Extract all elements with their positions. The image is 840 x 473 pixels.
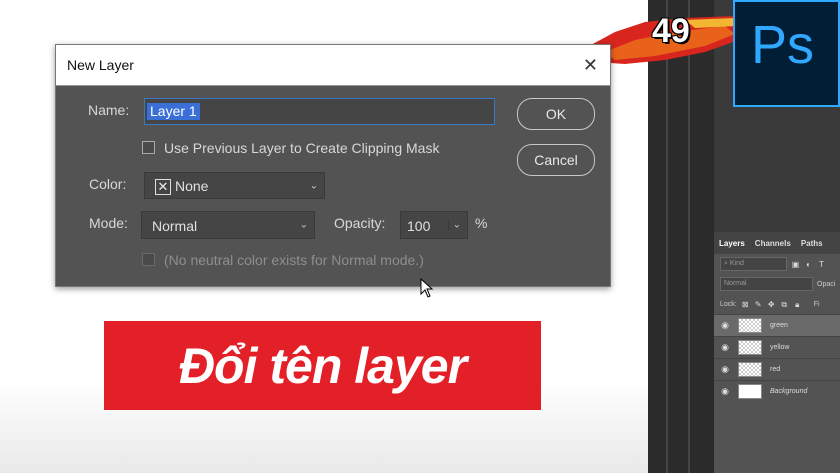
color-label: Color: (89, 176, 127, 192)
type-filter-icon[interactable]: T (817, 260, 826, 269)
eye-icon[interactable]: ◉ (718, 364, 732, 375)
kind-filter-select[interactable]: ⌕ Kind (720, 257, 787, 271)
kind-filter-label: Kind (729, 260, 744, 267)
color-select[interactable]: ✕ None ⌄ (144, 172, 325, 199)
clipping-mask-label: Use Previous Layer to Create Clipping Ma… (164, 140, 440, 156)
layer-thumbnail (738, 340, 762, 355)
tab-paths[interactable]: Paths (796, 239, 828, 248)
mode-select[interactable]: Normal ⌄ (141, 211, 315, 239)
tab-channels[interactable]: Channels (750, 239, 796, 248)
eye-icon[interactable]: ◉ (718, 386, 732, 397)
opacity-label: Opacity: (334, 215, 386, 231)
ok-button[interactable]: OK (517, 98, 595, 130)
layer-name: green (770, 322, 788, 329)
neutral-color-checkbox[interactable] (142, 253, 155, 266)
close-icon[interactable]: ✕ (583, 55, 598, 76)
eye-icon[interactable]: ◉ (718, 320, 732, 331)
mode-label: Mode: (89, 215, 128, 231)
mode-value: Normal (152, 218, 198, 234)
blend-mode-select[interactable]: Normal (720, 277, 813, 291)
dialog-title-bar: New Layer ✕ (56, 45, 610, 86)
dock-divider (688, 0, 690, 473)
dock-divider (666, 0, 668, 473)
chevron-down-icon[interactable]: ⌄ (447, 219, 461, 231)
tab-layers[interactable]: Layers (714, 239, 750, 248)
lock-label: Lock: (720, 300, 737, 308)
opacity-label: Opaci (817, 280, 836, 288)
mouse-cursor-icon (420, 278, 434, 298)
layer-name-value: Layer 1 (147, 103, 200, 120)
chevron-down-icon: ⌄ (309, 180, 318, 191)
lock-transparent-icon[interactable]: ⊠ (741, 300, 750, 309)
blend-mode-row: Normal Opaci (714, 274, 840, 294)
layer-name: yellow (770, 344, 790, 351)
layer-row[interactable]: ◉ Background (714, 380, 840, 402)
layers-panel-tabs: Layers Channels Paths (714, 232, 840, 254)
photoshop-logo-text: Ps (751, 15, 815, 75)
layer-name: red (770, 366, 781, 373)
neutral-color-label: (No neutral color exists for Normal mode… (164, 252, 424, 268)
artboard-lock-icon[interactable]: ⧉ (780, 300, 789, 309)
dialog-title: New Layer (67, 57, 134, 73)
episode-number: 49 (652, 12, 690, 50)
layer-filter-row: ⌕ Kind ▣ ◐ T (714, 254, 840, 274)
lock-position-icon[interactable]: ✥ (767, 300, 776, 309)
new-layer-dialog: New Layer ✕ Name: Layer 1 Use Previous L… (55, 44, 611, 287)
adjustment-filter-icon[interactable]: ◐ (804, 260, 813, 269)
layer-name: Background (770, 388, 808, 395)
no-color-icon: ✕ (155, 179, 171, 195)
banner-text: Đổi tên layer (178, 337, 467, 394)
layer-thumbnail (738, 362, 762, 377)
color-value: None (175, 178, 209, 194)
clipping-mask-checkbox[interactable] (142, 141, 155, 154)
cancel-button[interactable]: Cancel (517, 144, 595, 176)
opacity-unit: % (475, 215, 488, 231)
eye-icon[interactable]: ◉ (718, 342, 732, 353)
lock-image-icon[interactable]: ✎ (754, 300, 763, 309)
layers-panel: Layers Channels Paths ⌕ Kind ▣ ◐ T Norma… (714, 232, 840, 473)
layer-thumbnail (738, 384, 762, 399)
name-label: Name: (88, 102, 130, 118)
opacity-input[interactable]: 100 ⌄ (400, 211, 468, 239)
opacity-value: 100 (407, 218, 431, 234)
panel-dock-strip (648, 0, 714, 473)
photoshop-logo: Ps (733, 0, 840, 107)
layer-row[interactable]: ◉ yellow (714, 336, 840, 358)
title-banner: Đổi tên layer (104, 321, 541, 410)
lock-row: Lock: ⊠ ✎ ✥ ⧉ 🔒︎ Fi (714, 294, 840, 314)
fill-label: Fi (813, 300, 820, 308)
layer-row[interactable]: ◉ green (714, 314, 840, 336)
chevron-down-icon: ⌄ (299, 219, 308, 231)
search-icon: ⌕ (724, 260, 728, 267)
layer-row[interactable]: ◉ red (714, 358, 840, 380)
layer-name-input[interactable]: Layer 1 (144, 98, 495, 125)
lock-all-icon[interactable]: 🔒︎ (793, 300, 802, 309)
image-filter-icon[interactable]: ▣ (791, 260, 800, 269)
layer-thumbnail (738, 318, 762, 333)
